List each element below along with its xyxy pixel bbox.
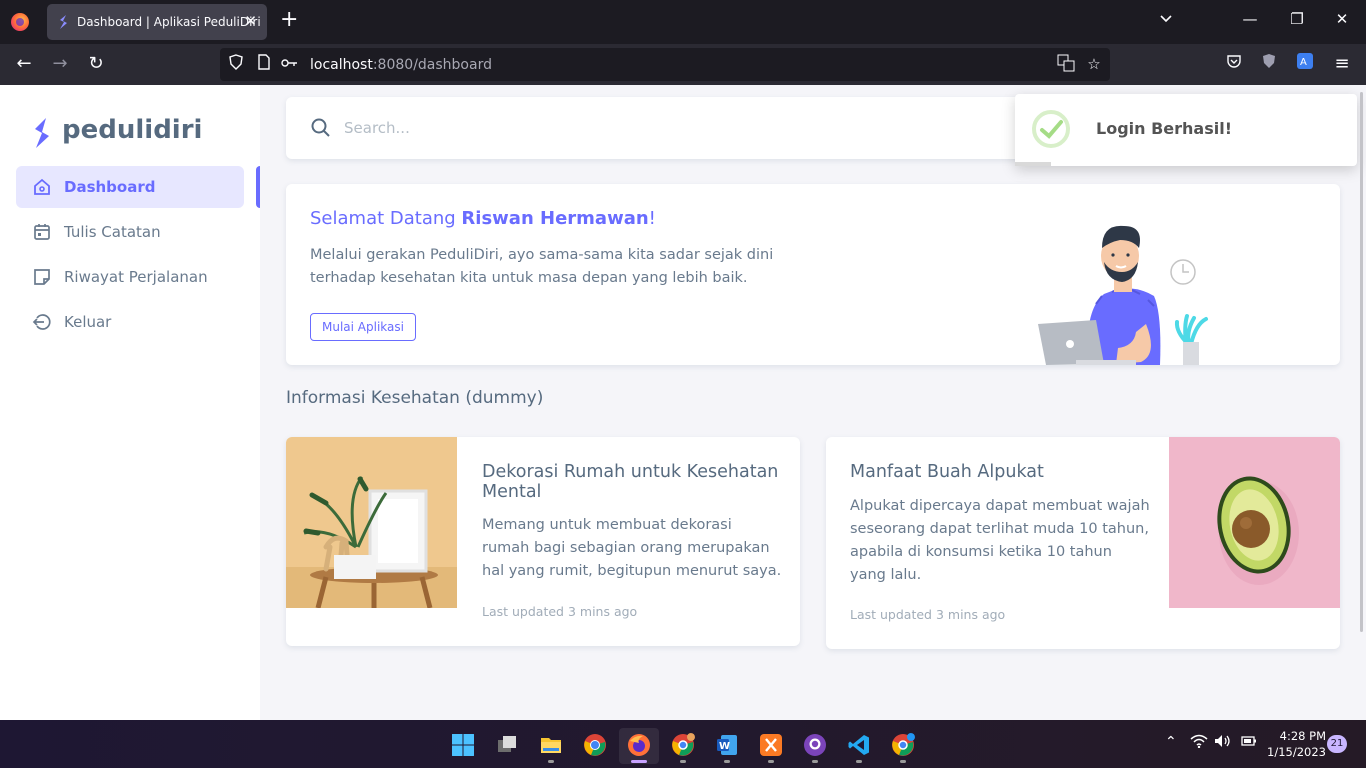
welcome-title: Selamat Datang Riswan Hermawan!: [310, 208, 656, 229]
pedulidiri-favicon-icon: [60, 15, 67, 29]
hamburger-menu-icon[interactable]: ≡: [1330, 52, 1354, 76]
search-icon: [311, 118, 330, 137]
translate-extension-icon[interactable]: A: [1293, 52, 1317, 76]
key-permissions-icon[interactable]: [280, 54, 300, 74]
tab-title: Dashboard | Aplikasi PeduliDiri: [77, 15, 261, 29]
chrome-dev-icon[interactable]: [883, 728, 923, 764]
login-success-toast: Login Berhasil!: [1015, 94, 1357, 166]
welcome-text: Melalui gerakan PeduliDiri, ayo sama-sam…: [310, 247, 774, 286]
notification-badge[interactable]: 21: [1327, 735, 1347, 753]
bookmark-star-icon[interactable]: ☆: [1084, 54, 1104, 74]
home-decoration-image: [286, 437, 457, 608]
logout-icon: [32, 314, 51, 330]
back-icon[interactable]: ←: [12, 52, 36, 76]
note-icon: [34, 269, 50, 285]
sidebar-item-label: Keluar: [64, 313, 112, 331]
svg-text:W: W: [719, 741, 730, 752]
browser-navbar: ← → ↻ localhost:8080/dashboard ☆ A ≡: [0, 44, 1366, 85]
welcome-card: Selamat Datang Riswan Hermawan! Melalui …: [286, 184, 1340, 365]
user-name: Riswan Hermawan: [461, 208, 649, 229]
success-check-icon: [1032, 110, 1070, 148]
windows-taskbar: W ⌃ 4:28 PM 1/15/2023 21: [0, 720, 1366, 768]
page-scrollbar[interactable]: [1360, 92, 1363, 632]
home-icon: [34, 178, 50, 195]
sidebar-item-label: Riwayat Perjalanan: [64, 268, 208, 286]
reload-icon[interactable]: ↻: [84, 52, 108, 76]
wifi-icon[interactable]: [1190, 734, 1208, 752]
card-meta: Last updated 3 mins ago: [482, 604, 638, 619]
list-all-tabs-icon[interactable]: [1159, 12, 1177, 30]
firefox-menu-icon[interactable]: [11, 13, 29, 31]
card-meta: Last updated 3 mins ago: [850, 607, 1006, 622]
card-title: Dekorasi Rumah untuk Kesehatan Mental: [482, 462, 779, 502]
github-desktop-icon[interactable]: [795, 728, 835, 764]
toast-timer-bar: [1015, 162, 1051, 166]
forward-icon[interactable]: →: [48, 52, 72, 76]
clock-date: 1/15/2023: [1267, 745, 1326, 759]
address-bar[interactable]: localhost:8080/dashboard ☆: [220, 48, 1110, 81]
clock-time: 4:28 PM: [1279, 729, 1326, 743]
start-icon[interactable]: [443, 728, 483, 764]
health-info-card[interactable]: Dekorasi Rumah untuk Kesehatan Mental Me…: [286, 437, 800, 646]
close-tab-icon[interactable]: ✕: [244, 12, 257, 30]
page-info-icon[interactable]: [254, 54, 274, 74]
word-icon[interactable]: W: [707, 728, 747, 764]
show-hidden-icons-chevron-icon[interactable]: ⌃: [1165, 734, 1177, 750]
sidebar-item-riwayat-perjalanan[interactable]: Riwayat Perjalanan: [16, 256, 244, 298]
health-info-card[interactable]: Manfaat Buah Alpukat Alpukat dipercaya d…: [826, 437, 1340, 649]
svg-text:A: A: [1300, 57, 1307, 68]
card-text: Memang untuk membuat dekorasi rumah bagi…: [482, 517, 782, 579]
firefox-icon[interactable]: [619, 728, 659, 764]
battery-icon[interactable]: [1239, 734, 1257, 752]
section-title: Informasi Kesehatan (dummy): [286, 388, 544, 408]
chrome-icon[interactable]: [575, 728, 615, 764]
chrome-profile-icon[interactable]: [663, 728, 703, 764]
browser-tab[interactable]: Dashboard | Aplikasi PeduliDiri ✕: [47, 4, 267, 40]
sidebar-item-tulis-catatan[interactable]: Tulis Catatan: [16, 211, 244, 253]
restore-window-icon[interactable]: ❐: [1287, 10, 1307, 28]
active-indicator: [256, 166, 260, 208]
brand-mark-icon: [35, 118, 49, 148]
search-input[interactable]: [344, 113, 544, 143]
pocket-icon[interactable]: [1222, 52, 1246, 76]
sidebar-item-label: Dashboard: [64, 178, 156, 196]
vscode-icon[interactable]: [839, 728, 879, 764]
close-window-icon[interactable]: ✕: [1332, 10, 1352, 28]
sidebar-item-dashboard[interactable]: Dashboard: [16, 166, 244, 208]
tracking-protection-icon[interactable]: [226, 54, 246, 74]
man-with-laptop-illustration: [1038, 225, 1208, 365]
volume-icon[interactable]: [1214, 734, 1232, 752]
toast-title: Login Berhasil!: [1096, 119, 1232, 138]
sidebar: pedulidiri Dashboard Tulis Catatan Riway…: [0, 85, 260, 720]
file-explorer-icon[interactable]: [531, 728, 571, 764]
translate-icon[interactable]: [1056, 54, 1076, 74]
new-tab-icon[interactable]: +: [280, 9, 298, 31]
avocado-image: [1169, 437, 1340, 608]
sidebar-item-keluar[interactable]: Keluar: [16, 301, 244, 343]
extension-shield-icon[interactable]: [1257, 52, 1281, 76]
url-text: localhost:8080/dashboard: [310, 57, 492, 73]
xampp-icon[interactable]: [751, 728, 791, 764]
card-title: Manfaat Buah Alpukat: [850, 462, 1044, 482]
card-text: Alpukat dipercaya dapat membuat wajah se…: [850, 498, 1150, 583]
calendar-icon: [34, 224, 50, 240]
minimize-window-icon[interactable]: —: [1240, 10, 1260, 28]
start-app-button[interactable]: Mulai Aplikasi: [310, 313, 416, 341]
task-view-icon[interactable]: [487, 728, 527, 764]
sidebar-item-label: Tulis Catatan: [64, 223, 161, 241]
brand-name: pedulidiri: [62, 115, 203, 145]
system-clock[interactable]: 4:28 PM 1/15/2023: [1266, 728, 1326, 760]
browser-tabbar: Dashboard | Aplikasi PeduliDiri ✕ + — ❐ …: [0, 0, 1366, 44]
